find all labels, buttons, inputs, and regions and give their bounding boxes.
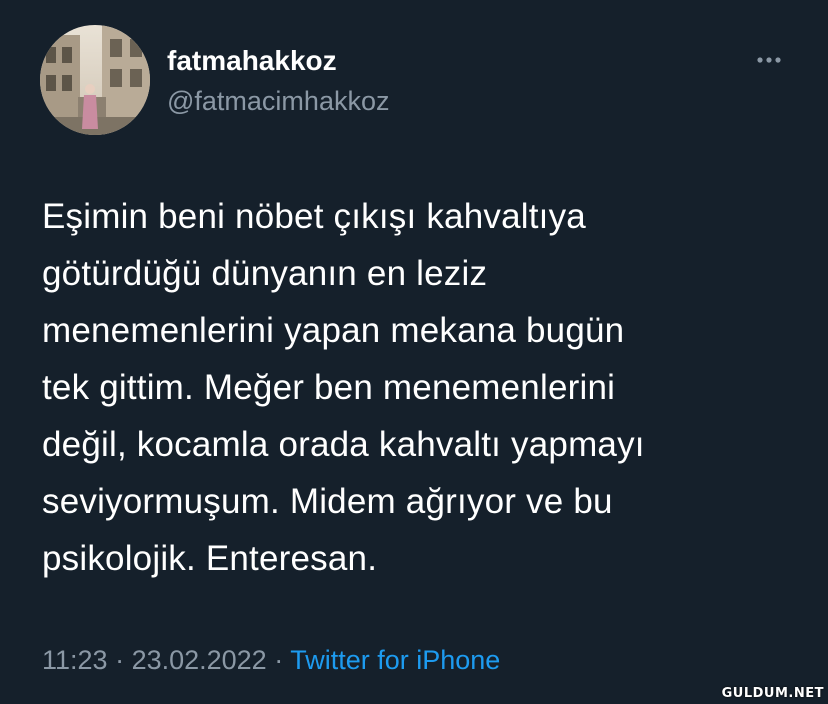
tweet-text-line: psikolojik. Enteresan. [42,539,378,578]
more-horizontal-icon[interactable] [752,50,786,70]
tweet-meta: 11:23 · 23.02.2022 · Twitter for iPhone [42,642,500,678]
meta-separator: · [266,645,291,675]
username[interactable]: @fatmacimhakkoz [167,84,389,118]
tweet-date[interactable]: 23.02.2022 [132,645,267,675]
avatar[interactable] [40,25,150,135]
tweet-text-line: menemenlerini yapan mekana bugün [42,311,625,350]
tweet-text-line: değil, kocamla orada kahvaltı yapmayı [42,425,645,464]
display-name[interactable]: fatmahakkoz [167,44,337,78]
tweet-text-line: götürdüğü dünyanın en leziz [42,254,488,293]
tweet-text-line: Eşimin beni nöbet çıkışı kahvaltıya [42,197,586,236]
tweet-text-line: tek gittim. Meğer ben menemenlerini [42,368,616,407]
meta-separator: · [107,645,132,675]
tweet-source-link[interactable]: Twitter for iPhone [290,645,500,675]
watermark-logo: GULDUM.NET [721,686,824,701]
tweet-card: fatmahakkoz @fatmacimhakkoz Eşimin beni … [0,0,828,704]
tweet-text-line: seviyormuşum. Midem ağrıyor ve bu [42,482,613,521]
tweet-text: Eşimin beni nöbet çıkışı kahvaltıya götü… [42,188,802,587]
profile-photo-icon [40,25,150,135]
tweet-time[interactable]: 11:23 [42,645,108,675]
